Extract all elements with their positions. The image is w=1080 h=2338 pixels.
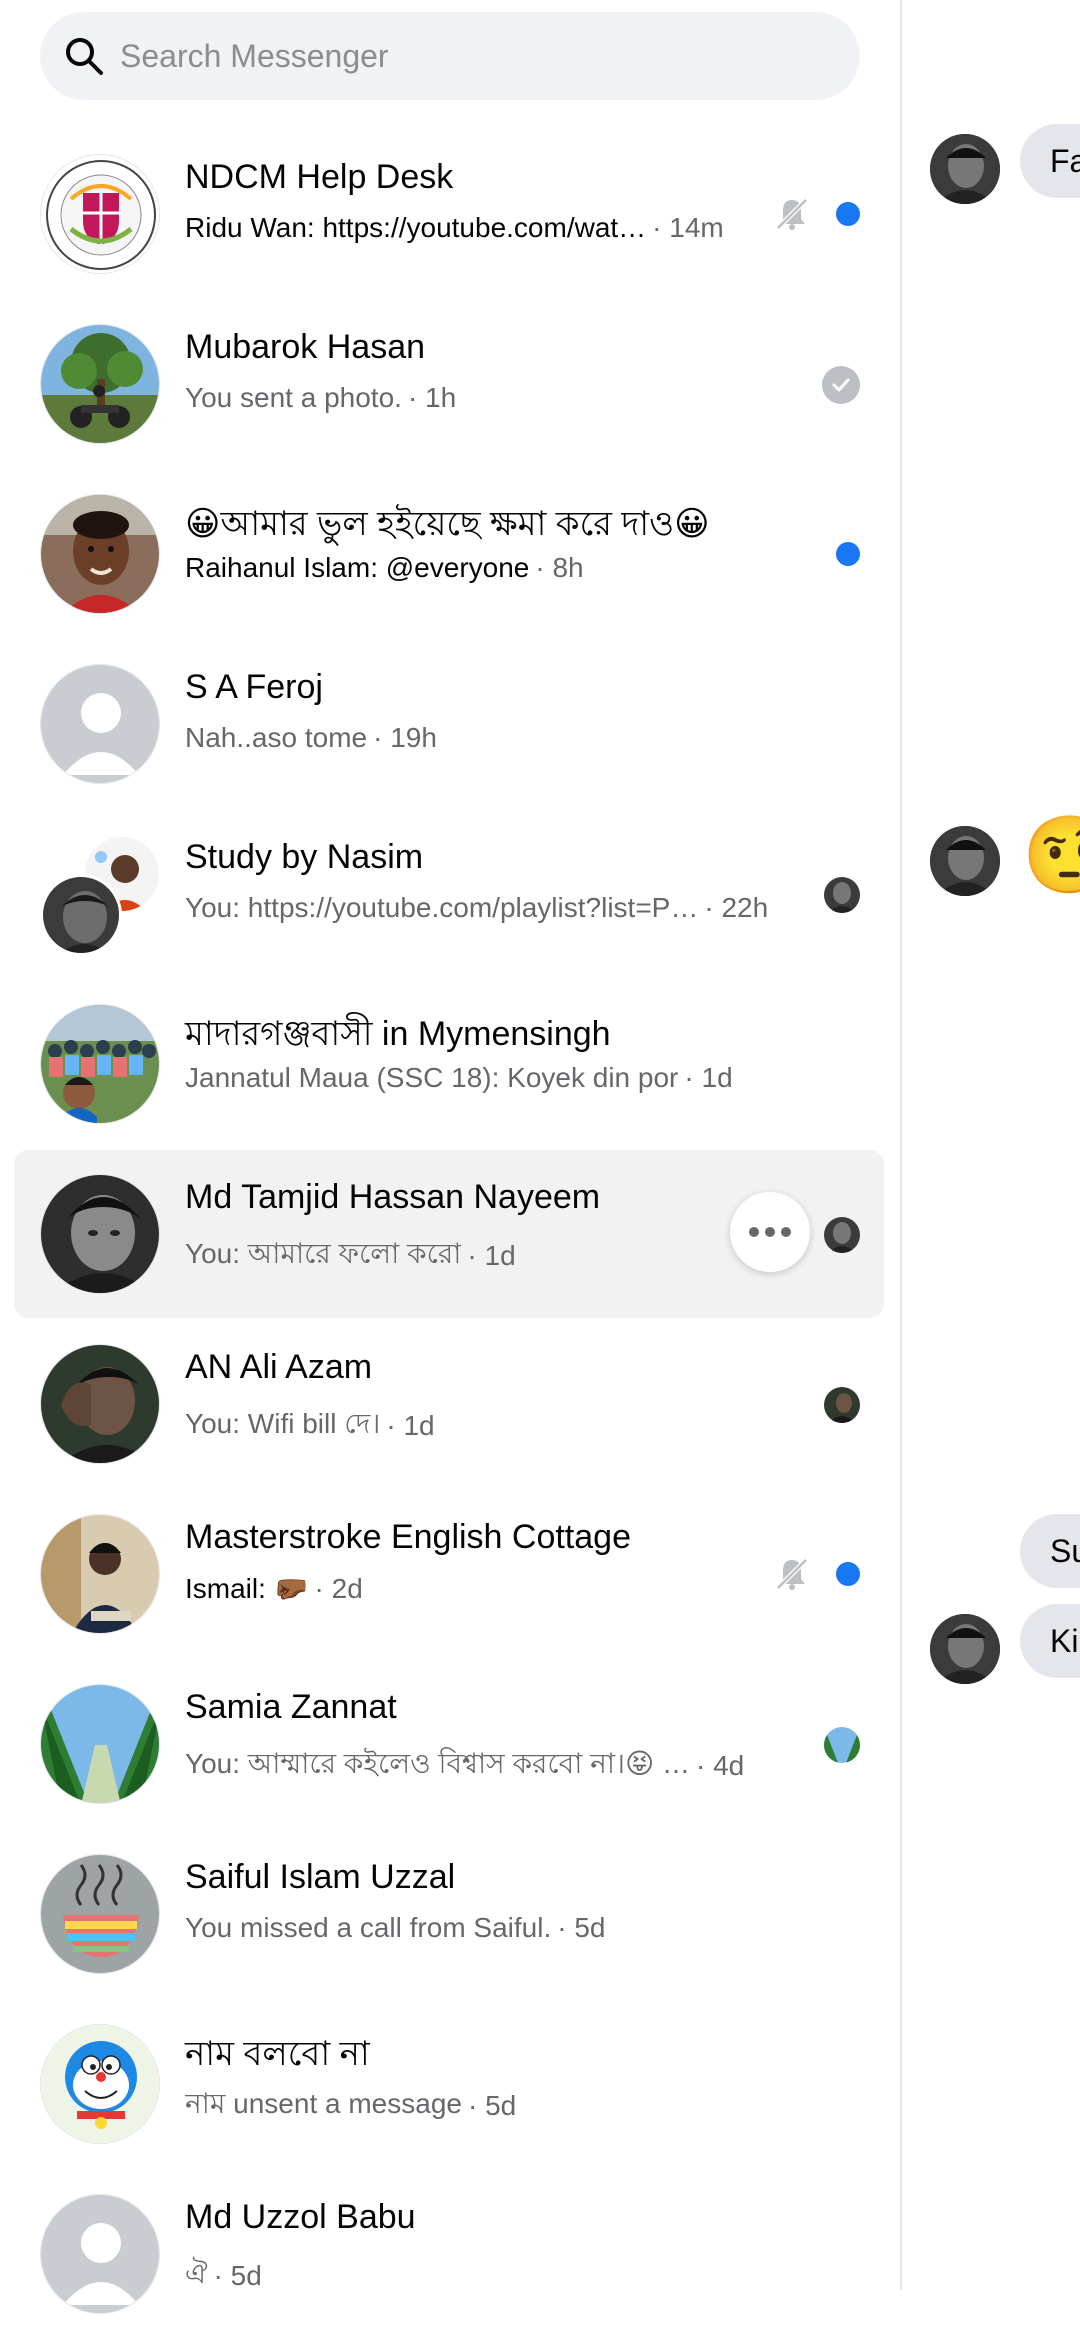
chat-time: · 2d (314, 1572, 363, 1604)
chat-time: · 5d (467, 2089, 517, 2121)
chat-name: Masterstroke English Cottage (185, 1518, 631, 1556)
chat-preview: Nah..aso tome · 19h (185, 722, 437, 753)
chat-row-ndcm-help-desk[interactable]: NDCM Help Desk Ridu Wan: https://youtube… (14, 130, 884, 298)
avatar (40, 324, 160, 444)
chat-time: · 8h (535, 552, 584, 583)
chat-preview: You: https://youtube.com/playlist?list=P… (185, 892, 769, 923)
chat-name: 😀আমার ভুল হইয়েছে ক্ষমা করে দাও😀 (185, 505, 710, 543)
muted-bell-icon (772, 194, 812, 234)
chat-name: Md Uzzol Babu (185, 2198, 416, 2236)
search-icon (62, 34, 106, 78)
chat-row-nam-bolbo-na[interactable]: নাম বলবো না নাম unsent a message · 5d (14, 2000, 884, 2168)
group-avatar (40, 834, 162, 956)
more-options-button[interactable] (730, 1192, 810, 1272)
chat-list-pane: NDCM Help Desk Ridu Wan: https://youtube… (0, 0, 900, 2314)
chat-row-study-by-nasim[interactable]: Study by Nasim You: https://youtube.com/… (14, 810, 884, 978)
chat-name: NDCM Help Desk (185, 158, 454, 196)
chat-preview: Jannatul Maua (SSC 18): Koyek din por · … (185, 1062, 733, 1093)
chat-preview: Ridu Wan: https://youtube.com/wat… · 14m (185, 212, 724, 243)
avatar (40, 1514, 160, 1634)
avatar (40, 2024, 160, 2144)
chat-time: · 5d (557, 1912, 606, 1943)
chat-row-an-ali-azam[interactable]: AN Ali Azam You: Wifi bill দে। · 1d (14, 1320, 884, 1488)
avatar (40, 494, 160, 614)
avatar (40, 1854, 160, 1974)
avatar (40, 2194, 160, 2314)
chat-preview: You: আমারে ফলো করো · 1d (185, 1238, 516, 1271)
chat-name: Study by Nasim (185, 838, 424, 876)
chat-name: Mubarok Hasan (185, 328, 426, 366)
chat-name: নাম বলবো না (185, 2035, 370, 2073)
sender-avatar (930, 134, 1000, 204)
chat-preview: You missed a call from Saiful. · 5d (185, 1912, 606, 1943)
chat-row-sa-feroj[interactable]: S A Feroj Nah..aso tome · 19h (14, 640, 884, 808)
chat-name: মাদারগঞ্জবাসী in Mymensingh (185, 1015, 611, 1053)
chat-time: · 14m (652, 212, 724, 243)
avatar (40, 874, 122, 956)
chat-name: AN Ali Azam (185, 1348, 373, 1386)
chat-preview: You: আম্মারে কইলেও বিশ্বাস করবো না।😝 … ·… (185, 1748, 745, 1781)
chat-time: · 19h (373, 722, 437, 753)
chat-preview: ঐ · 5d (185, 2258, 262, 2291)
chat-row-md-tamjid-hassan-nayeem[interactable]: Md Tamjid Hassan Nayeem You: আমারে ফলো ক… (14, 1150, 884, 1318)
chat-row-madarganj-group[interactable]: মাদারগঞ্জবাসী in Mymensingh Jannatul Mau… (14, 980, 884, 1148)
chat-time: · 1h (407, 382, 457, 413)
chat-row-mubarok-hasan[interactable]: Mubarok Hasan You sent a photo. · 1h (14, 300, 884, 468)
seen-avatar (824, 877, 860, 913)
muted-bell-icon (772, 1554, 812, 1594)
chat-name: S A Feroj (185, 668, 323, 706)
chat-name: Saiful Islam Uzzal (185, 1858, 456, 1896)
more-dots-icon (749, 1227, 791, 1237)
chat-time: · 4d (695, 1749, 745, 1781)
avatar (40, 154, 160, 274)
search-input[interactable] (120, 37, 820, 75)
seen-avatar (824, 1217, 860, 1253)
chat-row-saiful-islam-uzzal[interactable]: Saiful Islam Uzzal You missed a call fro… (14, 1830, 884, 1998)
chat-row-samia-zannat[interactable]: Samia Zannat You: আম্মারে কইলেও বিশ্বাস … (14, 1660, 884, 1828)
sender-avatar (930, 826, 1000, 896)
chat-time: · 1d (386, 1409, 435, 1441)
message-bubble[interactable]: Fa (1020, 124, 1080, 198)
chat-row-md-uzzol-babu[interactable]: Md Uzzol Babu ঐ · 5d (14, 2170, 884, 2338)
emoji-message: 🤨 (1022, 813, 1080, 898)
search-bar[interactable] (40, 12, 860, 100)
conversation-pane: Fa 🤨 Su Ki (902, 0, 1080, 2290)
message-bubble[interactable]: Su (1020, 1514, 1080, 1588)
chat-preview: নাম unsent a message · 5d (185, 2088, 517, 2121)
avatar (40, 1344, 160, 1464)
chat-preview: You: Wifi bill দে। · 1d (185, 1408, 435, 1441)
message-bubble[interactable]: Ki (1020, 1604, 1080, 1678)
unread-dot (836, 542, 860, 566)
avatar (40, 1004, 160, 1124)
seen-avatar (824, 1387, 860, 1423)
chat-row-group-apology[interactable]: 😀আমার ভুল হইয়েছে ক্ষমা করে দাও😀 Raihanu… (14, 470, 884, 638)
unread-dot (836, 202, 860, 226)
chat-preview: Ismail: 🤛🏾 · 2d (185, 1572, 363, 1605)
chat-preview: Raihanul Islam: @everyone · 8h (185, 552, 584, 583)
chat-preview: You sent a photo. · 1h (185, 382, 457, 413)
chat-row-masterstroke-english-cottage[interactable]: Masterstroke English Cottage Ismail: 🤛🏾 … (14, 1490, 884, 1658)
chat-time: · 5d (213, 2259, 262, 2291)
seen-avatar (824, 1727, 860, 1763)
delivered-check-icon (822, 366, 860, 404)
chat-name: Md Tamjid Hassan Nayeem (185, 1178, 601, 1216)
avatar (40, 664, 160, 784)
chat-time: · 1d (684, 1062, 733, 1093)
chat-name: Samia Zannat (185, 1688, 397, 1726)
chat-time: · 22h (704, 892, 769, 923)
sender-avatar (930, 1614, 1000, 1684)
unread-dot (836, 1562, 860, 1586)
chat-time: · 1d (467, 1239, 516, 1271)
avatar (40, 1174, 160, 1294)
avatar (40, 1684, 160, 1804)
